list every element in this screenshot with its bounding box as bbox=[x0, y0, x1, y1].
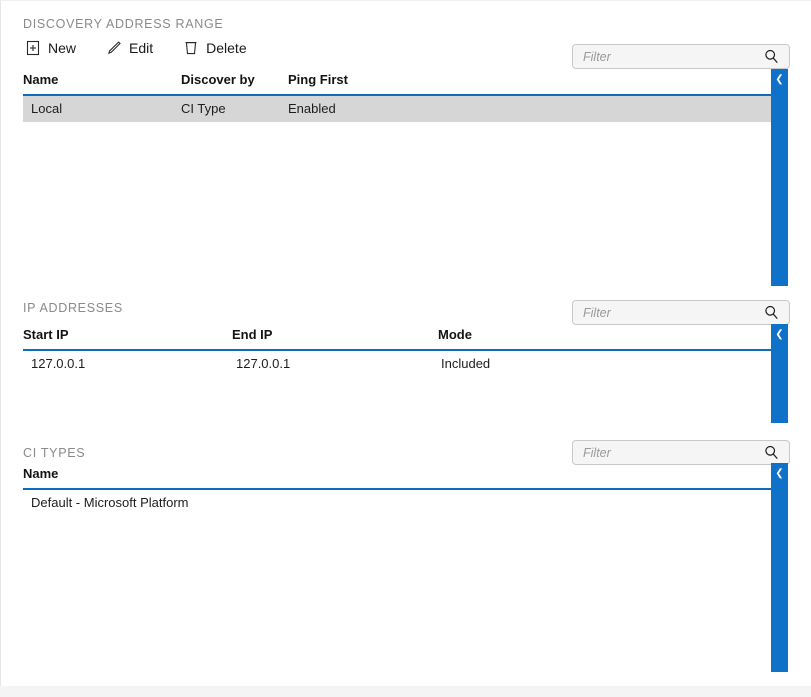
table-row[interactable]: Default - Microsoft Platform bbox=[23, 490, 771, 516]
table-header-row: Start IP End IP Mode bbox=[23, 327, 771, 351]
panel-ip-addresses: IP ADDRESSES Start IP End IP Mode 127.0.… bbox=[1, 291, 811, 436]
column-header-ping-first[interactable]: Ping First bbox=[288, 72, 348, 87]
column-header-name[interactable]: Name bbox=[23, 466, 58, 481]
delete-button-label: Delete bbox=[206, 40, 247, 56]
table-header-row: Name bbox=[23, 466, 771, 490]
cell-start-ip: 127.0.0.1 bbox=[31, 356, 86, 371]
new-button-label: New bbox=[48, 40, 77, 56]
pencil-icon bbox=[106, 40, 122, 56]
bottom-strip bbox=[0, 686, 811, 697]
edit-button[interactable]: Edit bbox=[104, 39, 155, 57]
filter-input-ci-types[interactable] bbox=[573, 442, 761, 463]
table-ci-types: Name Default - Microsoft Platform bbox=[23, 466, 771, 516]
column-header-discover-by[interactable]: Discover by bbox=[181, 72, 255, 87]
edit-button-label: Edit bbox=[129, 40, 154, 56]
collapse-handle-ip-addresses[interactable]: ❮ bbox=[771, 324, 788, 423]
chevron-left-icon: ❮ bbox=[775, 74, 784, 85]
toolbar-discovery-address-range: New Edit Delete bbox=[23, 39, 249, 57]
cell-end-ip: 127.0.0.1 bbox=[236, 356, 291, 371]
filter-box-ip-addresses[interactable] bbox=[572, 300, 790, 325]
cell-name: Default - Microsoft Platform bbox=[31, 495, 189, 510]
trash-icon bbox=[183, 40, 199, 56]
cell-discover-by: CI Type bbox=[181, 101, 226, 116]
cell-ping-first: Enabled bbox=[288, 101, 336, 116]
cell-name: Local bbox=[31, 101, 63, 116]
table-header-row: Name Discover by Ping First bbox=[23, 72, 771, 96]
filter-box-discovery-address-range[interactable] bbox=[572, 44, 790, 69]
table-row[interactable]: 127.0.0.1 127.0.0.1 Included bbox=[23, 351, 771, 377]
section-title-ip-addresses: IP ADDRESSES bbox=[23, 301, 123, 315]
column-header-start-ip[interactable]: Start IP bbox=[23, 327, 69, 342]
panel-ci-types: CI TYPES Name Default - Microsoft Platfo… bbox=[1, 436, 811, 686]
magnifier-icon[interactable] bbox=[763, 444, 780, 461]
settings-page: DISCOVERY ADDRESS RANGE New Edit Delete … bbox=[0, 0, 811, 686]
table-discovery-address-range: Name Discover by Ping First Local CI Typ… bbox=[23, 72, 771, 122]
section-title-ci-types: CI TYPES bbox=[23, 446, 86, 460]
column-header-end-ip[interactable]: End IP bbox=[232, 327, 272, 342]
filter-input-discovery-address-range[interactable] bbox=[573, 46, 761, 67]
chevron-left-icon: ❮ bbox=[775, 468, 784, 479]
table-ip-addresses: Start IP End IP Mode 127.0.0.1 127.0.0.1… bbox=[23, 327, 771, 377]
magnifier-icon[interactable] bbox=[763, 304, 780, 321]
filter-box-ci-types[interactable] bbox=[572, 440, 790, 465]
new-button[interactable]: New bbox=[23, 39, 78, 57]
section-title-discovery-address-range: DISCOVERY ADDRESS RANGE bbox=[23, 17, 224, 31]
cell-mode: Included bbox=[441, 356, 491, 371]
collapse-handle-ci-types[interactable]: ❮ bbox=[771, 463, 788, 672]
filter-input-ip-addresses[interactable] bbox=[573, 302, 761, 323]
delete-button[interactable]: Delete bbox=[181, 39, 248, 57]
chevron-left-icon: ❮ bbox=[775, 329, 784, 340]
panel-discovery-address-range: DISCOVERY ADDRESS RANGE New Edit Delete … bbox=[1, 1, 811, 291]
column-header-mode[interactable]: Mode bbox=[438, 327, 472, 342]
collapse-handle-discovery-address-range[interactable]: ❮ bbox=[771, 69, 788, 286]
magnifier-icon[interactable] bbox=[763, 48, 780, 65]
new-document-icon bbox=[25, 40, 41, 56]
column-header-name[interactable]: Name bbox=[23, 72, 58, 87]
table-row[interactable]: Local CI Type Enabled bbox=[23, 96, 771, 122]
